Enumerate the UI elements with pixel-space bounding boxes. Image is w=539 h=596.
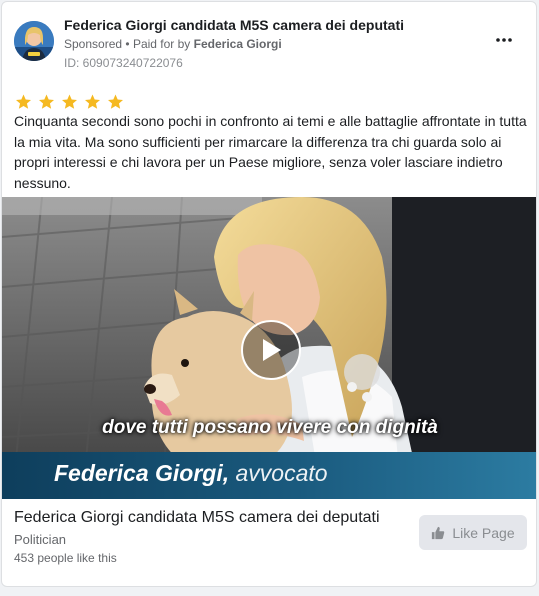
like-page-button[interactable]: Like Page (419, 515, 527, 550)
avatar[interactable] (14, 21, 54, 61)
play-button[interactable] (241, 320, 301, 380)
footer-page-title[interactable]: Federica Giorgi candidata M5S camera dei… (14, 509, 380, 527)
sponsored-label: Sponsored (64, 37, 123, 51)
lower-third-text: Federica Giorgi, avvocato (54, 460, 328, 487)
paid-for-prefix: Paid for by (132, 37, 191, 51)
rating-stars (14, 93, 125, 111)
star-icon (62, 94, 77, 109)
page-name-link[interactable]: Federica Giorgi candidata M5S camera dei… (64, 17, 404, 33)
ad-card: Federica Giorgi candidata M5S camera dei… (1, 1, 537, 587)
more-options-button[interactable] (492, 30, 516, 50)
star-icon (85, 94, 100, 109)
more-horizontal-icon (496, 38, 512, 42)
video-player[interactable]: dove tutti possano vivere con dignità Fe… (2, 197, 536, 499)
lower-third-role: avvocato (235, 460, 328, 486)
star-icon (16, 94, 31, 109)
footer-page-category: Politician (14, 532, 67, 547)
sponsored-line: Sponsored • Paid for by Federica Giorgi (64, 37, 282, 51)
star-icon (108, 94, 123, 109)
separator-dot: • (125, 37, 130, 51)
ad-id: ID: 609073240722076 (64, 56, 183, 70)
paid-for-name: Federica Giorgi (193, 37, 282, 51)
star-icon (39, 94, 54, 109)
lower-third-name: Federica Giorgi, (54, 460, 230, 486)
video-caption: dove tutti possano vivere con dignità (102, 417, 438, 438)
like-page-label: Like Page (452, 524, 515, 541)
footer-like-count: 453 people like this (14, 551, 117, 565)
page-footer: Federica Giorgi candidata M5S camera dei… (2, 499, 536, 586)
post-header: Federica Giorgi candidata M5S camera dei… (14, 16, 524, 72)
post-body-text: Cinquanta secondi sono pochi in confront… (14, 113, 527, 191)
video-lower-third: Federica Giorgi, avvocato (2, 452, 536, 499)
play-icon (263, 339, 281, 361)
thumbs-up-icon (432, 526, 445, 539)
